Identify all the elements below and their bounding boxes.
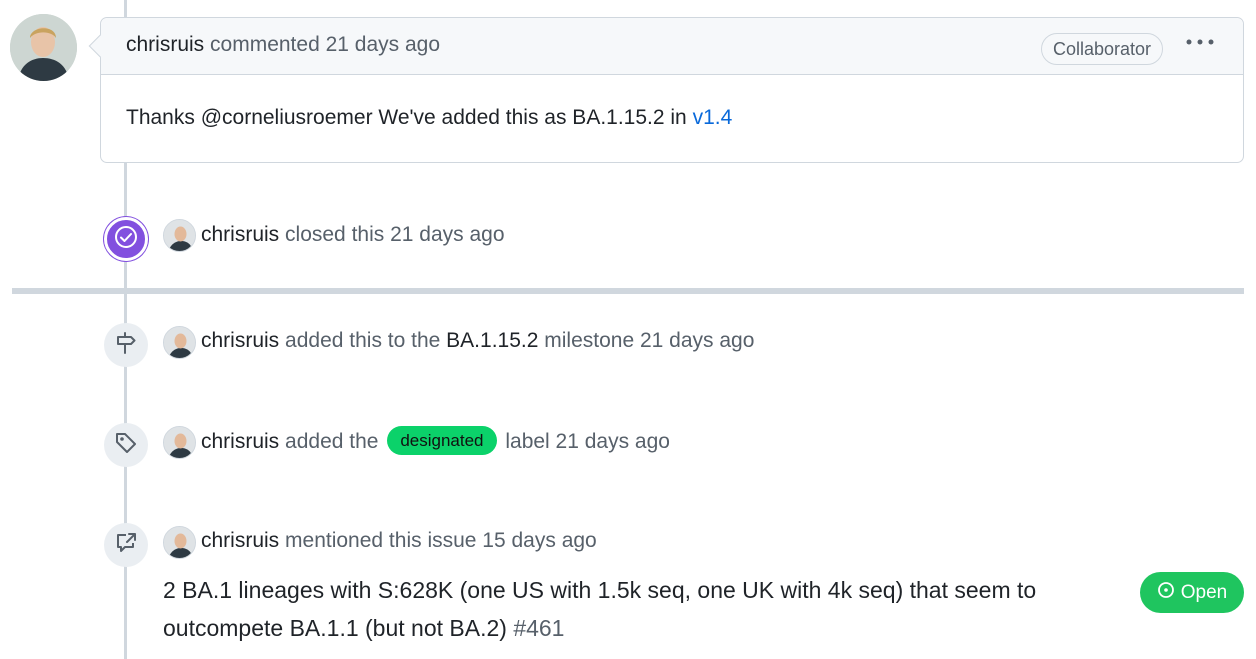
comment-caret: [88, 34, 112, 58]
issue-state-badge: Open: [1140, 572, 1244, 613]
mention-event-text: chrisruis mentioned this issue 15 days a…: [201, 526, 597, 556]
label-event-text: chrisruis added the designated label 21 …: [201, 426, 670, 457]
designated-label[interactable]: designated: [387, 426, 497, 455]
kebab-horizontal-icon[interactable]: [1185, 32, 1215, 58]
label-event-badge: [104, 423, 148, 467]
closed-event-badge: [104, 217, 148, 261]
actor-link[interactable]: chrisruis: [201, 529, 279, 552]
milestone-event-text: chrisruis added this to the BA.1.15.2 mi…: [201, 326, 754, 356]
actor-link[interactable]: chrisruis: [201, 329, 279, 352]
referenced-issue[interactable]: 2 BA.1 lineages with S:628K (one US with…: [163, 571, 1123, 647]
comment-header: chrisruis commented 21 days ago Collabor…: [88, 18, 1243, 75]
issue-opened-icon: [1157, 581, 1175, 605]
avatar[interactable]: [163, 219, 196, 252]
milestone-link[interactable]: BA.1.15.2: [446, 329, 538, 352]
referenced-issue-title[interactable]: 2 BA.1 lineages with S:628K (one US with…: [163, 577, 1036, 641]
actor-link[interactable]: chrisruis: [201, 430, 279, 453]
event-description: added the: [285, 430, 379, 453]
referenced-issue-number[interactable]: #461: [513, 615, 564, 641]
event-description: milestone 21 days ago: [544, 329, 755, 352]
issue-state-label: Open: [1180, 581, 1228, 603]
comment-author-link[interactable]: chrisruis: [126, 33, 204, 56]
check-circle-icon: [113, 224, 139, 255]
mention-event-badge: [104, 523, 148, 567]
avatar[interactable]: [10, 14, 77, 81]
timeline-line: [124, 0, 127, 17]
actor-link[interactable]: chrisruis: [201, 223, 279, 246]
comment-meta: chrisruis commented 21 days ago: [126, 33, 440, 57]
avatar[interactable]: [163, 426, 196, 459]
milestone-event-badge: [104, 323, 148, 367]
comment-action: commented: [210, 33, 320, 56]
timeline-divider: [12, 288, 1244, 294]
milestone-icon: [113, 330, 139, 361]
collaborator-badge: Collaborator: [1041, 33, 1164, 65]
comment-body-text: Thanks @corneliusroemer We've added this…: [126, 106, 693, 129]
event-description: added this to the: [285, 329, 441, 352]
event-description: closed this 21 days ago: [285, 223, 505, 246]
comment: chrisruis commented 21 days ago Collabor…: [88, 17, 1244, 163]
cross-reference-icon: [113, 530, 139, 561]
release-link[interactable]: v1.4: [693, 106, 733, 129]
comment-timestamp[interactable]: 21 days ago: [326, 33, 440, 56]
event-description: mentioned this issue 15 days ago: [285, 529, 597, 552]
closed-event-text: chrisruis closed this 21 days ago: [201, 220, 505, 250]
avatar[interactable]: [163, 326, 196, 359]
event-description: label 21 days ago: [505, 430, 670, 453]
avatar[interactable]: [163, 526, 196, 559]
comment-body: Thanks @corneliusroemer We've added this…: [126, 106, 732, 130]
tag-icon: [113, 430, 139, 461]
